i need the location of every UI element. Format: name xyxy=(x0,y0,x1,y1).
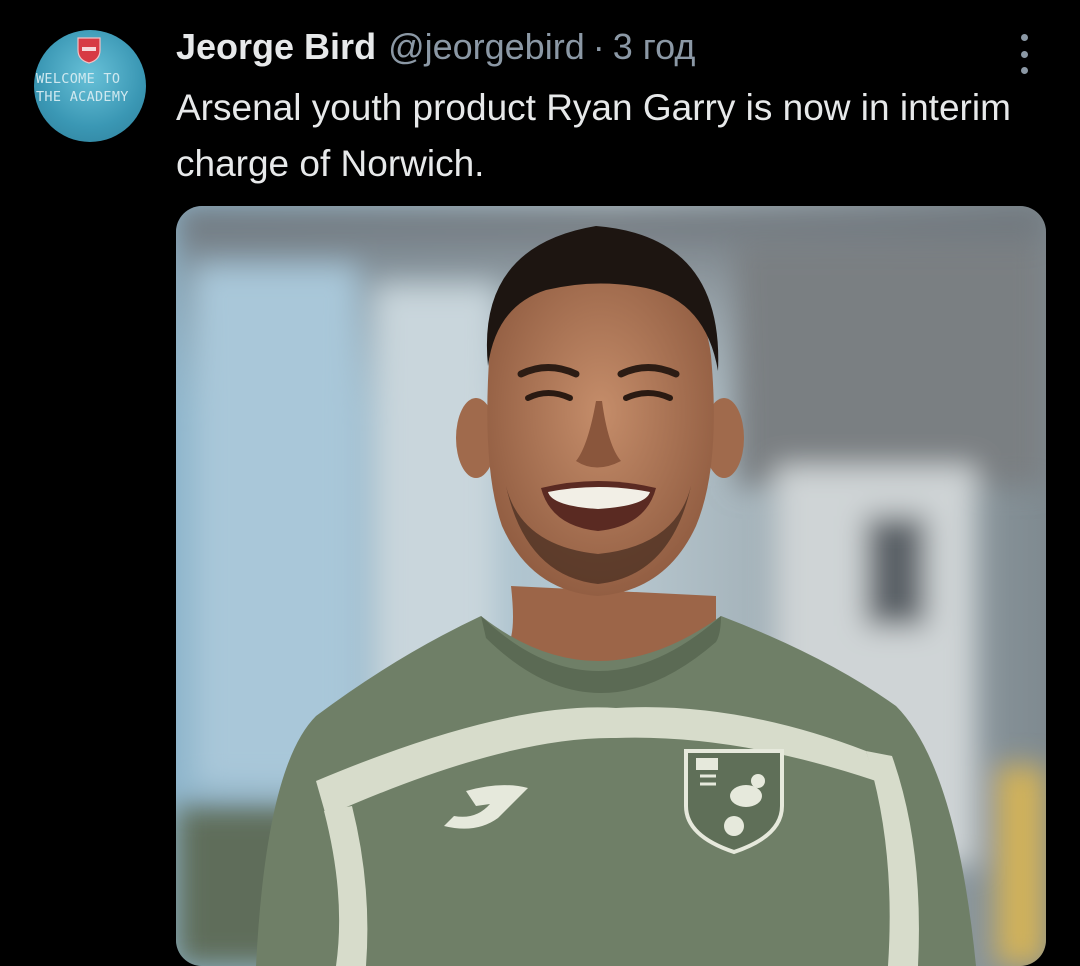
menu-dot xyxy=(1020,50,1028,58)
photo-illustration xyxy=(176,206,1046,966)
avatar[interactable]: WELCOME TO THE ACADEMY xyxy=(34,30,146,142)
arsenal-crest-icon xyxy=(77,37,101,64)
menu-dot xyxy=(1020,34,1028,41)
avatar-sign: WELCOME TO THE ACADEMY xyxy=(36,70,144,106)
header-separator: · xyxy=(592,26,605,67)
avatar-sign-line-1: WELCOME TO xyxy=(36,71,121,87)
avatar-sign-line-2: THE ACADEMY xyxy=(36,89,129,105)
tweet-photo[interactable] xyxy=(176,206,1046,966)
menu-dot xyxy=(1020,67,1028,74)
norwich-city-crest-icon xyxy=(684,749,784,855)
more-vertical-icon[interactable] xyxy=(1012,34,1036,74)
tweet-header: Jeorge Bird @jeorgebird · 3 год xyxy=(176,26,695,72)
tweet-timestamp[interactable]: 3 год xyxy=(613,26,696,68)
author-display-name[interactable]: Jeorge Bird xyxy=(176,26,376,68)
tweet-text: Arsenal youth product Ryan Garry is now … xyxy=(176,87,1011,184)
tweet[interactable]: WELCOME TO THE ACADEMY Jeorge Bird @jeor… xyxy=(0,0,1080,966)
author-handle[interactable]: @jeorgebird xyxy=(388,26,585,68)
